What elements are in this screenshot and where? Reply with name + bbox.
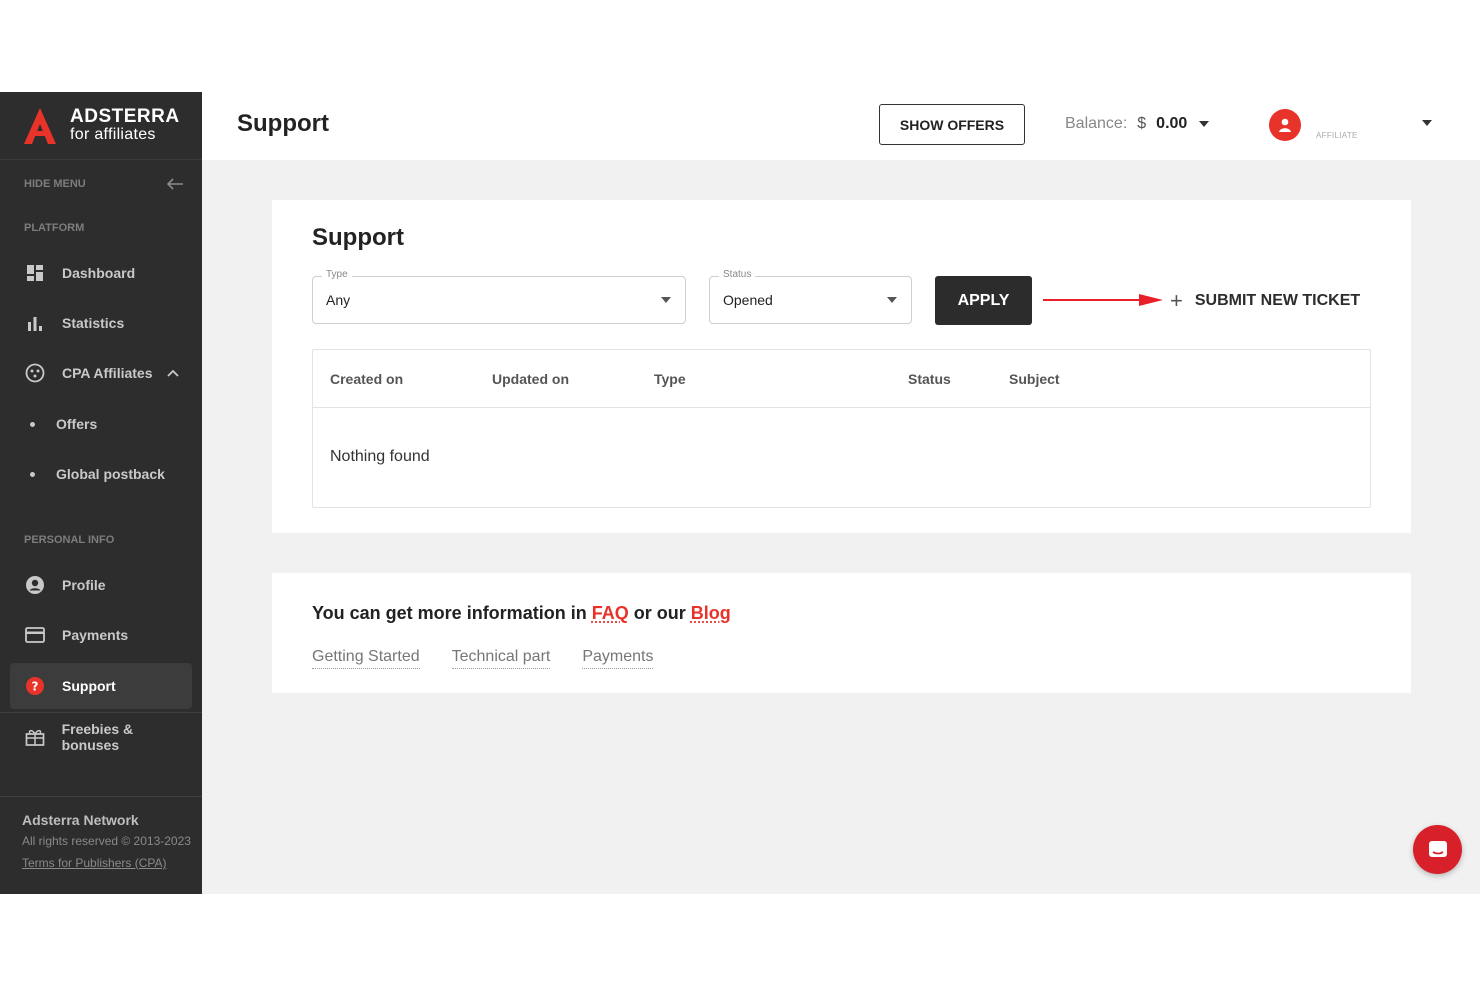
profile-icon (24, 574, 46, 596)
status-select-label: Status (719, 269, 756, 280)
tickets-table: Created on Updated on Type Status Subjec… (312, 349, 1371, 508)
link-getting-started[interactable]: Getting Started (312, 648, 420, 669)
arrow-left-icon (166, 178, 183, 190)
sidebar-item-statistics[interactable]: Statistics (10, 300, 192, 346)
sidebar-item-label: Payments (62, 627, 129, 643)
submit-new-ticket-button[interactable]: + SUBMIT NEW TICKET (1170, 288, 1360, 314)
sidebar-item-label: Statistics (62, 315, 125, 331)
sidebar-footer: Adsterra Network All rights reserved © 2… (22, 812, 191, 870)
balance-label: Balance: (1065, 115, 1128, 132)
balance-dropdown[interactable]: Balance: $ 0.00 (1065, 115, 1210, 133)
adsterra-logo-icon (24, 107, 56, 144)
card-icon (24, 624, 46, 646)
sidebar-item-dashboard[interactable]: Dashboard (10, 250, 192, 296)
sidebar-item-support[interactable]: ? Support (10, 663, 192, 709)
terms-link[interactable]: Terms for Publishers (CPA) (22, 856, 191, 870)
type-select-label: Type (322, 269, 352, 280)
caret-down-icon (887, 297, 897, 303)
caret-down-icon[interactable] (1422, 120, 1432, 126)
caret-down-icon (1199, 121, 1210, 127)
gift-icon (24, 726, 46, 748)
faq-link[interactable]: FAQ (592, 603, 629, 623)
dashboard-icon (24, 262, 46, 284)
support-title: Support (312, 224, 404, 251)
plus-icon: + (1170, 288, 1183, 313)
avatar[interactable] (1269, 109, 1301, 141)
type-select-value: Any (326, 292, 351, 308)
column-header[interactable]: Status (908, 371, 951, 387)
info-text-mid: or our (633, 603, 686, 623)
sidebar-item-label: Offers (56, 416, 98, 432)
support-card: Support Type Any Status Opened APPLY + S… (272, 200, 1411, 533)
caret-down-icon (661, 297, 671, 303)
balance-amount: 0.00 (1156, 115, 1188, 132)
brand-subtitle: for affiliates (70, 126, 156, 144)
info-links: Getting Started Technical part Payments (312, 648, 654, 669)
sidebar-item-profile[interactable]: Profile (10, 562, 192, 608)
column-header[interactable]: Updated on (492, 371, 569, 387)
section-label-personal-info: PERSONAL INFO (24, 534, 115, 546)
cpa-icon (24, 362, 46, 384)
empty-state-text: Nothing found (330, 448, 430, 465)
top-header: Support SHOW OFFERS Balance: $ 0.00 AFFI… (202, 92, 1480, 160)
sidebar-item-label: CPA Affiliates (62, 365, 153, 381)
sidebar-item-label: Dashboard (62, 265, 136, 281)
sidebar-item-freebies[interactable]: Freebies & bonuses (10, 714, 192, 760)
show-offers-button[interactable]: SHOW OFFERS (879, 104, 1025, 145)
submit-ticket-label: SUBMIT NEW TICKET (1194, 292, 1361, 309)
svg-text:?: ? (32, 680, 39, 694)
sidebar-divider (0, 796, 202, 797)
brand-logo[interactable]: ADSTERRA for affiliates (0, 92, 202, 160)
info-text-before: You can get more information in (312, 603, 587, 623)
support-icon: ? (24, 675, 46, 697)
bullet-icon (30, 421, 35, 427)
chat-icon (1428, 840, 1447, 857)
column-header[interactable]: Subject (1009, 371, 1060, 387)
status-select[interactable]: Status Opened (709, 269, 912, 324)
section-label-platform: PLATFORM (24, 222, 85, 234)
chat-launcher-button[interactable] (1413, 825, 1462, 874)
sidebar-item-global-postback[interactable]: Global postback (10, 451, 192, 497)
type-select[interactable]: Type Any (312, 269, 686, 324)
sidebar-item-label: Freebies & bonuses (61, 721, 134, 753)
apply-button[interactable]: APPLY (935, 276, 1032, 325)
blog-link[interactable]: Blog (691, 603, 731, 623)
bar-chart-icon (24, 312, 46, 334)
sidebar-item-payments[interactable]: Payments (10, 612, 192, 658)
user-icon (1279, 118, 1291, 132)
bullet-icon (30, 471, 35, 477)
brand-title: ADSTERRA (70, 106, 180, 128)
red-arrow-annotation (1043, 294, 1163, 306)
sidebar-item-label: Global postback (56, 466, 165, 482)
balance-currency: $ (1137, 115, 1147, 132)
link-payments[interactable]: Payments (582, 648, 654, 669)
sidebar-divider (0, 712, 202, 713)
sidebar-item-offers[interactable]: Offers (10, 401, 192, 447)
sidebar-item-label: Support (62, 678, 116, 694)
sidebar-item-cpa-affiliates[interactable]: CPA Affiliates (10, 350, 192, 396)
footer-copyright: All rights reserved © 2013-2023 (22, 834, 191, 848)
table-header: Created on Updated on Type Status Subjec… (313, 350, 1370, 408)
link-technical-part[interactable]: Technical part (451, 648, 551, 669)
hide-menu-label: HIDE MENU (24, 178, 86, 190)
sidebar: ADSTERRA for affiliates HIDE MENU PLATFO… (0, 92, 202, 894)
column-header[interactable]: Type (654, 371, 686, 387)
info-card: You can get more information in FAQ or o… (272, 573, 1411, 693)
chevron-up-icon (166, 369, 179, 377)
footer-network: Adsterra Network (22, 812, 139, 828)
hide-menu-toggle[interactable]: HIDE MENU (24, 178, 184, 190)
status-select-value: Opened (723, 292, 773, 308)
info-text: You can get more information in FAQ or o… (312, 603, 731, 624)
page-title: Support (237, 110, 329, 137)
app-frame: ADSTERRA for affiliates HIDE MENU PLATFO… (0, 92, 1480, 894)
user-role: AFFILIATE (1316, 131, 1358, 140)
sidebar-item-label: Profile (62, 577, 106, 593)
column-header[interactable]: Created on (330, 371, 403, 387)
